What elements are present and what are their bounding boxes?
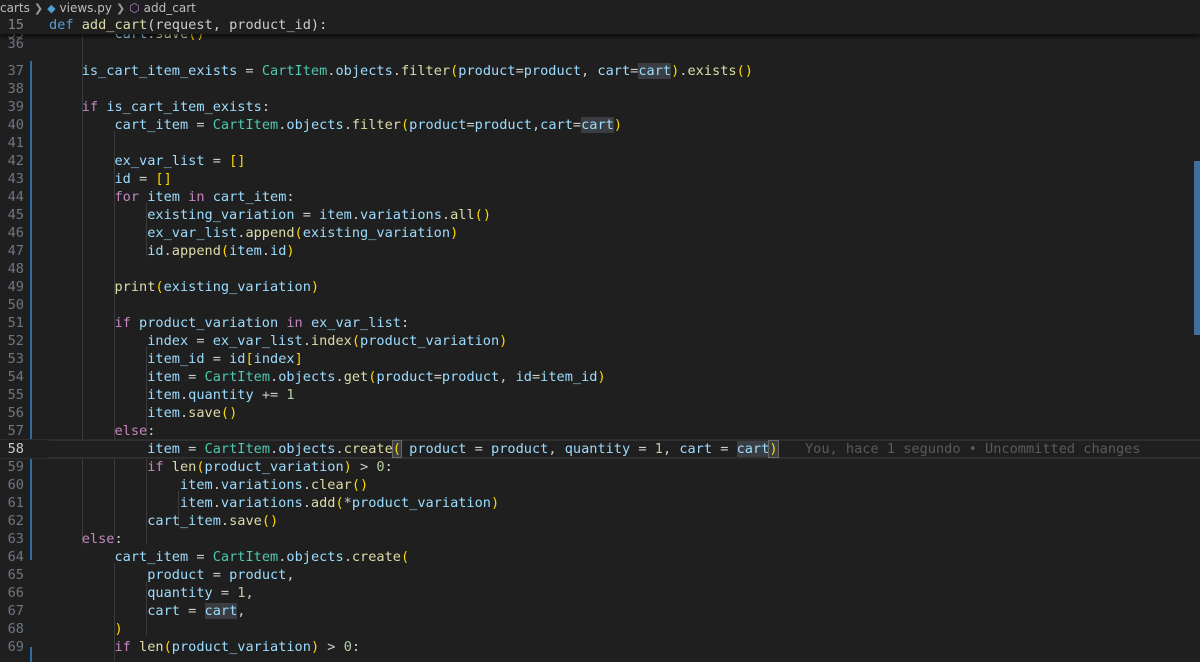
code-line[interactable]: 47 id.append(item.id) bbox=[0, 242, 1200, 260]
git-blame-annotation: You, hace 1 segundo • Uncommitted change… bbox=[805, 441, 1141, 457]
code-line[interactable]: 69 if len(product_variation) > 0: bbox=[0, 638, 1200, 656]
code-line[interactable]: 60 item.variations.clear() bbox=[0, 476, 1200, 494]
code-line[interactable]: 65 product = product, bbox=[0, 566, 1200, 584]
current-code-line[interactable]: 58 item = CartItem.objects.create( produ… bbox=[0, 439, 1200, 459]
code-line[interactable]: 57 else: bbox=[0, 422, 1200, 440]
scrollbar-thumb[interactable] bbox=[1194, 161, 1200, 335]
code-line[interactable]: 56 item.save() bbox=[0, 404, 1200, 422]
code-editor[interactable]: 35 cart.save() 36 37 is_cart_item_exists… bbox=[0, 25, 1200, 662]
code-line[interactable]: 41 bbox=[0, 134, 1200, 152]
code-line[interactable]: 37 is_cart_item_exists = CartItem.object… bbox=[0, 62, 1200, 80]
sticky-code-line: def add_cart(request, product_id): bbox=[49, 17, 328, 33]
breadcrumb-file[interactable]: views.py bbox=[60, 1, 112, 15]
chevron-right-icon: ❯ bbox=[33, 1, 44, 15]
method-cube-icon: ⬡ bbox=[129, 1, 140, 15]
chevron-right-icon: ❯ bbox=[115, 1, 126, 15]
code-line[interactable]: 40 cart_item = CartItem.objects.filter(p… bbox=[0, 116, 1200, 134]
code-line[interactable]: 64 cart_item = CartItem.objects.create( bbox=[0, 548, 1200, 566]
code-line[interactable]: 59 if len(product_variation) > 0: bbox=[0, 458, 1200, 476]
breadcrumb-symbol[interactable]: add_cart bbox=[144, 1, 196, 15]
line-number: 15 bbox=[7, 17, 24, 33]
code-line[interactable]: 66 quantity = 1, bbox=[0, 584, 1200, 602]
code-line[interactable]: 39 if is_cart_item_exists: bbox=[0, 98, 1200, 116]
code-line[interactable]: 61 item.variations.add(*product_variatio… bbox=[0, 494, 1200, 512]
code-line[interactable]: 50 bbox=[0, 296, 1200, 314]
code-line[interactable]: 42 ex_var_list = [] bbox=[0, 152, 1200, 170]
code-line[interactable]: 49 print(existing_variation) bbox=[0, 278, 1200, 296]
code-line[interactable]: 51 if product_variation in ex_var_list: bbox=[0, 314, 1200, 332]
code-line[interactable]: 54 item = CartItem.objects.get(product=p… bbox=[0, 368, 1200, 386]
code-line[interactable]: 53 item_id = id[index] bbox=[0, 350, 1200, 368]
code-line[interactable]: 52 index = ex_var_list.index(product_var… bbox=[0, 332, 1200, 350]
code-line[interactable]: 62 cart_item.save() bbox=[0, 512, 1200, 530]
code-line[interactable]: 63 else: bbox=[0, 530, 1200, 548]
code-line[interactable]: 36 bbox=[0, 35, 1200, 53]
code-line[interactable]: 38 bbox=[0, 80, 1200, 98]
code-line[interactable]: 68 ) bbox=[0, 620, 1200, 638]
code-line[interactable]: 55 item.quantity += 1 bbox=[0, 386, 1200, 404]
sticky-scroll-header[interactable]: 15 def add_cart(request, product_id): bbox=[0, 16, 1200, 34]
code-line[interactable]: 46 ex_var_list.append(existing_variation… bbox=[0, 224, 1200, 242]
python-file-icon: ◆ bbox=[47, 1, 56, 15]
breadcrumb-folder[interactable]: carts bbox=[0, 1, 30, 15]
breadcrumb: carts ❯ ◆ views.py ❯ ⬡ add_cart bbox=[0, 0, 1200, 16]
code-line[interactable]: 67 cart = cart, bbox=[0, 602, 1200, 620]
code-line[interactable]: 43 id = [] bbox=[0, 170, 1200, 188]
code-line[interactable]: 48 bbox=[0, 260, 1200, 278]
code-line[interactable]: 44 for item in cart_item: bbox=[0, 188, 1200, 206]
code-line[interactable]: 45 existing_variation = item.variations.… bbox=[0, 206, 1200, 224]
